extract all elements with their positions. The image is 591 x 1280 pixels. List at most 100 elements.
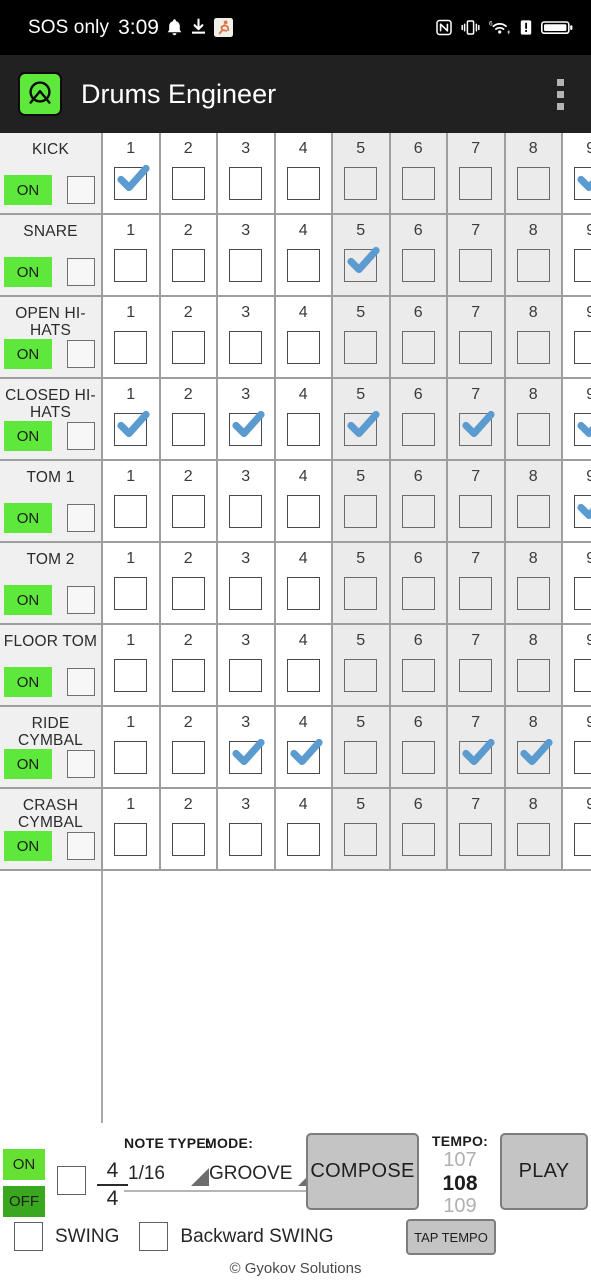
- drum-row-mute-checkbox[interactable]: [67, 258, 95, 286]
- step-cell[interactable]: 6: [390, 625, 448, 705]
- drum-row-mute-checkbox[interactable]: [67, 750, 95, 778]
- step-cell[interactable]: 7: [448, 215, 506, 295]
- step-cell[interactable]: 6: [390, 789, 448, 869]
- step-cell[interactable]: 7: [448, 297, 506, 377]
- step-cell[interactable]: 8: [505, 789, 563, 869]
- step-checkbox[interactable]: [171, 495, 205, 528]
- step-checkbox[interactable]: [516, 659, 550, 692]
- step-checkbox[interactable]: [401, 659, 435, 692]
- step-checkbox[interactable]: [574, 331, 591, 364]
- step-checkbox[interactable]: [229, 659, 263, 692]
- tempo-next-value[interactable]: 109: [425, 1195, 495, 1218]
- step-checkbox[interactable]: [286, 495, 320, 528]
- step-cell[interactable]: 7: [448, 625, 506, 705]
- step-checkbox[interactable]: [574, 577, 591, 610]
- step-checkbox[interactable]: [516, 331, 550, 364]
- step-cell[interactable]: 5: [333, 379, 391, 459]
- step-cell[interactable]: 6: [390, 707, 448, 787]
- step-checkbox[interactable]: [171, 823, 205, 856]
- step-checkbox[interactable]: [574, 741, 591, 774]
- step-cell[interactable]: 1: [103, 379, 161, 459]
- step-checkbox[interactable]: [459, 659, 493, 692]
- step-checkbox[interactable]: [459, 738, 495, 774]
- step-cell[interactable]: 6: [390, 133, 448, 213]
- step-checkbox[interactable]: [401, 413, 435, 446]
- power-on-button[interactable]: ON: [3, 1149, 45, 1180]
- step-checkbox[interactable]: [459, 167, 493, 200]
- step-cell[interactable]: 1: [103, 461, 161, 541]
- step-cell[interactable]: 5: [333, 789, 391, 869]
- step-cell[interactable]: 3: [218, 707, 276, 787]
- step-checkbox[interactable]: [401, 167, 435, 200]
- step-checkbox[interactable]: [459, 331, 493, 364]
- step-checkbox[interactable]: [229, 823, 263, 856]
- step-cell[interactable]: 4: [275, 625, 333, 705]
- step-cell[interactable]: 3: [218, 297, 276, 377]
- step-cell[interactable]: 1: [103, 707, 161, 787]
- step-cell[interactable]: 5: [333, 215, 391, 295]
- step-cell[interactable]: 4: [275, 707, 333, 787]
- step-checkbox[interactable]: [171, 741, 205, 774]
- step-checkbox[interactable]: [574, 495, 591, 528]
- step-checkbox[interactable]: [229, 577, 263, 610]
- step-cell[interactable]: 2: [160, 543, 218, 623]
- step-checkbox[interactable]: [401, 823, 435, 856]
- step-checkbox[interactable]: [286, 167, 320, 200]
- step-checkbox[interactable]: [229, 410, 265, 446]
- step-cell[interactable]: 4: [275, 215, 333, 295]
- step-checkbox[interactable]: [516, 738, 553, 774]
- step-cell[interactable]: 8: [505, 461, 563, 541]
- drum-row-mute-checkbox[interactable]: [67, 422, 95, 450]
- step-cell[interactable]: 1: [103, 215, 161, 295]
- drum-row-mute-checkbox[interactable]: [67, 668, 95, 696]
- step-checkbox[interactable]: [171, 249, 205, 282]
- step-checkbox[interactable]: [459, 577, 493, 610]
- step-cell[interactable]: 5: [333, 543, 391, 623]
- step-cell[interactable]: 6: [390, 461, 448, 541]
- step-checkbox[interactable]: [229, 495, 263, 528]
- compose-button[interactable]: COMPOSE: [306, 1133, 419, 1210]
- step-checkbox[interactable]: [344, 823, 378, 856]
- step-checkbox[interactable]: [286, 738, 323, 774]
- step-checkbox[interactable]: [286, 331, 320, 364]
- drum-row-mute-checkbox[interactable]: [67, 340, 95, 368]
- step-checkbox[interactable]: [459, 410, 495, 446]
- step-cell[interactable]: 9: [563, 461, 591, 541]
- step-checkbox[interactable]: [574, 413, 591, 446]
- step-cell[interactable]: 1: [103, 625, 161, 705]
- step-checkbox[interactable]: [459, 495, 493, 528]
- step-checkbox[interactable]: [516, 495, 550, 528]
- step-checkbox[interactable]: [401, 577, 435, 610]
- step-cell[interactable]: 2: [160, 461, 218, 541]
- step-cell[interactable]: 1: [103, 789, 161, 869]
- drum-row-mute-checkbox[interactable]: [67, 504, 95, 532]
- drum-row-mute-checkbox[interactable]: [67, 832, 95, 860]
- mode-dropdown[interactable]: GROOVE: [205, 1163, 319, 1192]
- loop-checkbox[interactable]: [57, 1166, 86, 1195]
- step-cell[interactable]: 9: [563, 707, 591, 787]
- step-checkbox[interactable]: [344, 577, 378, 610]
- step-cell[interactable]: 5: [333, 625, 391, 705]
- step-checkbox[interactable]: [114, 495, 148, 528]
- step-cell[interactable]: 1: [103, 133, 161, 213]
- swing-checkbox[interactable]: [14, 1222, 43, 1251]
- step-cell[interactable]: 3: [218, 461, 276, 541]
- step-checkbox[interactable]: [171, 413, 205, 446]
- drum-row-enable-button[interactable]: ON: [4, 503, 52, 533]
- step-cell[interactable]: 9: [563, 625, 591, 705]
- tap-tempo-button[interactable]: TAP TEMPO: [406, 1219, 496, 1255]
- step-cell[interactable]: 4: [275, 461, 333, 541]
- step-checkbox[interactable]: [344, 331, 378, 364]
- step-checkbox[interactable]: [114, 164, 150, 200]
- power-toggle[interactable]: ON OFF: [3, 1149, 45, 1217]
- step-cell[interactable]: 8: [505, 543, 563, 623]
- step-cell[interactable]: 2: [160, 625, 218, 705]
- step-checkbox[interactable]: [286, 413, 320, 446]
- drum-row-mute-checkbox[interactable]: [67, 176, 95, 204]
- step-checkbox[interactable]: [344, 167, 378, 200]
- backward-swing-checkbox[interactable]: [139, 1222, 169, 1251]
- step-cell[interactable]: 8: [505, 215, 563, 295]
- note-type-dropdown[interactable]: 1/16: [124, 1163, 212, 1192]
- step-checkbox[interactable]: [114, 741, 148, 774]
- step-checkbox[interactable]: [229, 738, 265, 774]
